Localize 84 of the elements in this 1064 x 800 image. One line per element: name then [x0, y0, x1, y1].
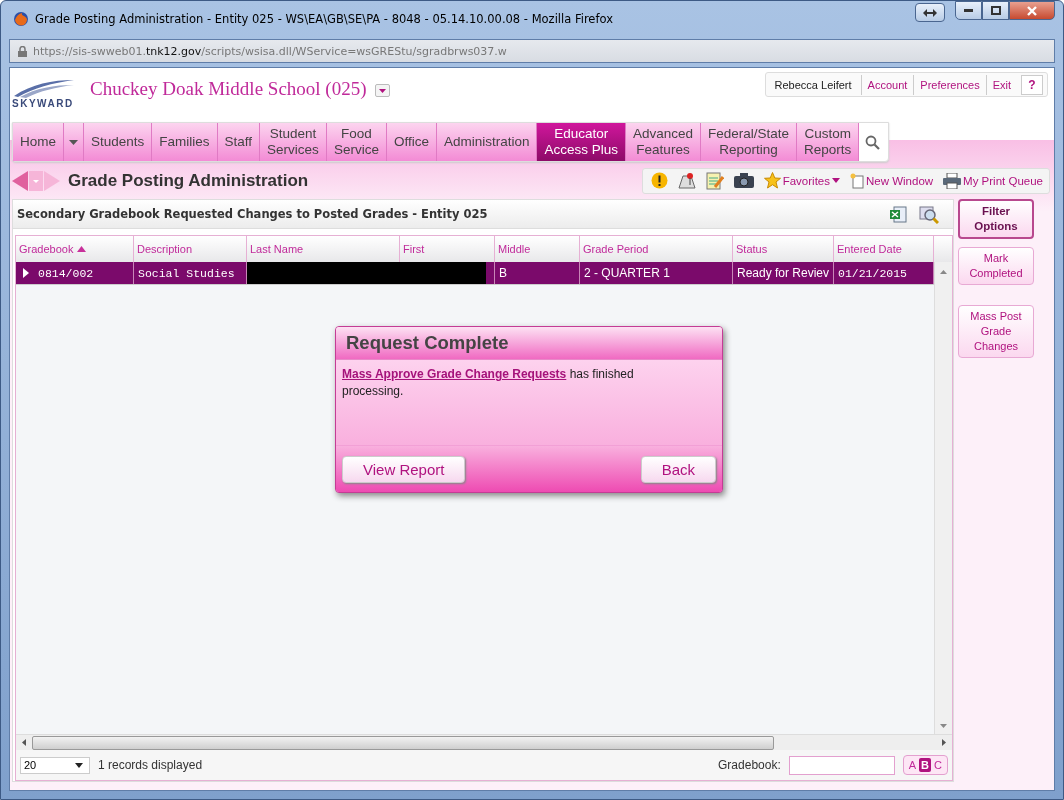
table-cell: 2 - QUARTER 1	[580, 262, 733, 284]
grid-title: Secondary Gradebook Requested Changes to Posted Grades - Entity 025	[17, 207, 488, 221]
alert-icon[interactable]	[650, 172, 668, 189]
minimize-icon	[964, 9, 973, 12]
table-cell: 0814/002	[16, 262, 134, 284]
back-button[interactable]	[12, 170, 28, 191]
caret-icon	[29, 170, 43, 191]
print-queue-button[interactable]: My Print Queue	[943, 172, 1043, 189]
menu-tab[interactable]: Students	[84, 123, 153, 161]
menu-tab[interactable]: Custom Reports	[797, 123, 860, 161]
caret-icon	[832, 178, 840, 183]
records-count: 1 records displayed	[98, 758, 203, 772]
report-link[interactable]: Mass Approve Grade Change Requests	[342, 367, 567, 381]
table-cell: Ready for Reviev	[733, 262, 834, 284]
menu-tab[interactable]: Administration	[436, 123, 538, 161]
menu-tab[interactable]: Student Services	[260, 123, 327, 161]
menu-tab[interactable]: Staff	[217, 123, 261, 161]
gradebook-search-field[interactable]	[788, 755, 895, 775]
caret-icon	[69, 139, 78, 145]
maximize-icon	[990, 6, 1001, 15]
new-window-icon	[850, 172, 864, 189]
url-text: https://sis-swweb01.tnk12.gov/scripts/wsisa.dll/WService=wsGREStu/sgradbrws037.w	[33, 44, 507, 58]
map-pin-icon[interactable]	[677, 172, 696, 189]
letter-toggle[interactable]: B	[919, 758, 932, 772]
table-cell: B	[495, 262, 580, 284]
page-size-select[interactable]: 20	[20, 756, 90, 774]
school-name: Chuckey Doak Middle School (025)	[90, 78, 367, 100]
dialog-button[interactable]: Back	[640, 455, 716, 483]
menu-tab[interactable]: Families	[152, 123, 218, 161]
dialog-title: Request Complete	[336, 327, 722, 359]
resize-button[interactable]	[915, 3, 945, 22]
scroll-down-icon[interactable]	[940, 724, 947, 728]
menu-tab[interactable]: Food Service	[326, 123, 387, 161]
dialog-message: Mass Approve Grade Change Requests has finished processing.	[342, 366, 635, 400]
header-link[interactable]: Account	[860, 74, 914, 95]
caret-icon	[378, 88, 386, 93]
printer-icon	[943, 172, 962, 189]
scroll-left-icon[interactable]	[22, 739, 26, 746]
caret-icon	[75, 762, 83, 768]
camera-icon[interactable]	[733, 173, 754, 188]
letter-toggle[interactable]: A	[906, 758, 919, 772]
menu-tab[interactable]: Federal/State Reporting	[701, 123, 798, 161]
page-title: Grade Posting Administration	[68, 170, 309, 191]
notepad-icon[interactable]	[705, 171, 724, 190]
menu-tab[interactable]: Home	[13, 123, 64, 161]
double-arrow-icon	[922, 8, 938, 17]
scrollbar-thumb[interactable]	[32, 735, 774, 750]
dialog-button[interactable]: View Report	[342, 455, 466, 483]
letter-toggle[interactable]: C	[932, 758, 944, 772]
close-button[interactable]	[1009, 1, 1055, 20]
header-link[interactable]: Preferences	[913, 74, 986, 95]
expand-arrow-icon[interactable]	[22, 268, 30, 278]
school-dropdown-button[interactable]	[374, 84, 390, 97]
lock-icon	[18, 45, 27, 57]
side-action-button[interactable]: Filter Options	[958, 199, 1034, 239]
user-name: Rebecca Leifert	[773, 78, 853, 91]
search-label: Gradebook:	[718, 758, 781, 772]
minimize-button[interactable]	[955, 1, 982, 20]
skyward-logo: SKYWARD	[12, 78, 82, 110]
home-dropdown-button[interactable]	[64, 123, 84, 161]
table-row[interactable]: 0814/002 Social Studies B 2 - QUARTER 1 Ready for Reviev 01/21/2015	[16, 262, 934, 285]
search-button[interactable]	[859, 123, 886, 161]
menu-tab[interactable]: Office	[386, 123, 437, 161]
header-link[interactable]: Exit	[985, 74, 1017, 95]
print-preview-icon[interactable]	[919, 204, 939, 224]
side-action-button[interactable]: Mark Completed	[958, 247, 1034, 285]
close-icon	[1027, 5, 1037, 16]
scroll-up-icon[interactable]	[940, 270, 947, 274]
window-title: Grade Posting Administration - Entity 025 - WS\EA\GB\SE\PA - 8048 - 05.14.10.00.08 - Mozilla Firefox	[35, 12, 614, 26]
forward-arrow-icon	[44, 170, 60, 191]
search-icon	[864, 134, 880, 150]
help-button[interactable]: ?	[1021, 74, 1043, 95]
address-bar[interactable]: https://sis-swweb01.tnk12.gov/scripts/wsisa.dll/WService=wsGREStu/sgradbrws037.w	[9, 39, 1055, 63]
scroll-right-icon[interactable]	[942, 739, 946, 746]
new-window-button[interactable]: New Window	[850, 172, 934, 189]
browser-logo-icon	[13, 11, 29, 27]
spreadsheet-export-icon[interactable]	[890, 205, 907, 223]
menu-tab[interactable]: Advanced Features	[626, 123, 702, 161]
back-arrow-icon	[12, 170, 28, 191]
favorites-button[interactable]: Favorites	[763, 172, 840, 189]
star-icon	[763, 172, 781, 189]
side-action-button[interactable]: Mass Post Grade Changes	[958, 305, 1034, 358]
menu-tab[interactable]: Educator Access Plus	[537, 123, 626, 161]
maximize-button[interactable]	[982, 1, 1009, 20]
